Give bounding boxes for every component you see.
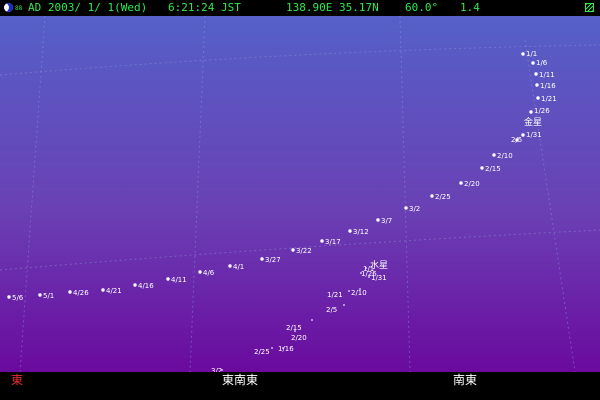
direction-southeast: 南東 xyxy=(453,373,478,387)
venus-marker xyxy=(348,229,352,233)
venus-marker xyxy=(535,83,539,87)
mercury-marker xyxy=(348,290,350,292)
venus-date-label: 4/16 xyxy=(138,282,154,290)
venus-marker xyxy=(531,61,535,65)
venus-date-label: 1/1 xyxy=(526,50,537,58)
venus-date-label: 3/12 xyxy=(353,228,369,236)
venus-marker xyxy=(228,264,232,268)
venus-date-label: 3/2 xyxy=(409,205,420,213)
venus-marker xyxy=(38,293,42,297)
mercury-name-label: 水星 xyxy=(370,259,388,271)
venus-marker xyxy=(536,96,540,100)
zoom-tag: 88 xyxy=(15,5,23,12)
venus-name-label: 金星 xyxy=(524,116,542,128)
venus-marker xyxy=(133,283,137,287)
status-bar: 88 AD 2003/ 1/ 1(Wed) 6:21:24 JST 138.90… xyxy=(0,0,600,16)
venus-date-label: 1/31 xyxy=(526,131,542,139)
venus-marker xyxy=(198,270,202,274)
venus-date-label: 1/16 xyxy=(540,82,556,90)
mercury-date-label: 2/5 xyxy=(326,306,337,314)
venus-marker xyxy=(260,257,264,261)
venus-marker xyxy=(492,153,496,157)
magnitude-readout: 1.4 xyxy=(460,1,480,14)
venus-marker xyxy=(7,295,11,299)
direction-east: 東 xyxy=(11,373,24,387)
venus-date-label: 4/1 xyxy=(233,263,244,271)
venus-marker xyxy=(430,194,434,198)
mercury-marker xyxy=(368,276,370,278)
mercury-date-label: 2/15 xyxy=(286,324,302,332)
venus-date-label: 4/21 xyxy=(106,287,122,295)
venus-marker xyxy=(376,218,380,222)
venus-date-label: 2/15 xyxy=(485,165,501,173)
mercury-date-label: 1/21 xyxy=(327,291,343,299)
mercury-marker xyxy=(294,330,296,332)
mercury-date-label: 1/31 xyxy=(371,274,387,282)
venus-date-label: 3/17 xyxy=(325,238,341,246)
venus-date-label: 1/26 xyxy=(534,107,550,115)
venus-date-label: 2/5 xyxy=(511,136,522,144)
mercury-date-label: 1/16 xyxy=(278,345,294,353)
planetarium-window: 88 AD 2003/ 1/ 1(Wed) 6:21:24 JST 138.90… xyxy=(0,0,600,400)
venus-date-label: 4/11 xyxy=(171,276,187,284)
mercury-marker xyxy=(311,319,313,321)
venus-date-label: 1/21 xyxy=(541,95,557,103)
venus-marker xyxy=(521,52,525,56)
moon-phase-icon[interactable] xyxy=(4,3,13,12)
time-readout: 6:21:24 JST xyxy=(168,1,241,14)
sky-view[interactable]: 1/11/6 1/11 1/16 1/21 1/26 1/31 2/5 2/10 2/15 2/2… xyxy=(0,16,600,372)
venus-marker xyxy=(404,206,408,210)
mercury-date-label: 2/20 xyxy=(291,334,307,342)
venus-marker xyxy=(480,166,484,170)
venus-date-label: 2/10 xyxy=(497,152,513,160)
venus-date-label: 1/11 xyxy=(539,71,555,79)
venus-marker xyxy=(101,288,105,292)
mercury-date-label: 2/25 xyxy=(254,348,270,356)
grid-toggle-icon[interactable] xyxy=(585,3,594,12)
venus-marker xyxy=(68,290,72,294)
venus-date-label: 2/20 xyxy=(464,180,480,188)
date-readout: AD 2003/ 1/ 1(Wed) xyxy=(28,1,148,14)
venus-date-label: 5/6 xyxy=(12,294,24,302)
venus-date-label: 3/7 xyxy=(381,217,392,225)
venus-date-label: 2/25 xyxy=(435,193,451,201)
mercury-date-label: 2/10 xyxy=(351,289,367,297)
horizon-bar: 東 東南東 南東 xyxy=(0,372,600,400)
venus-date-label: 1/6 xyxy=(536,59,548,67)
fov-readout: 60.0° xyxy=(405,1,439,14)
venus-marker xyxy=(459,181,463,185)
venus-date-label: 3/27 xyxy=(265,256,281,264)
mercury-marker xyxy=(343,304,345,306)
direction-east-southeast: 東南東 xyxy=(222,373,259,387)
mercury-marker xyxy=(271,347,273,349)
venus-marker xyxy=(166,277,170,281)
location-readout: 138.90E 35.17N xyxy=(286,1,379,14)
venus-marker xyxy=(529,110,533,114)
venus-marker xyxy=(534,72,538,76)
sky-background xyxy=(0,16,600,372)
venus-date-label: 3/22 xyxy=(296,247,312,255)
venus-date-label: 4/6 xyxy=(203,269,215,277)
venus-date-label: 4/26 xyxy=(73,289,89,297)
venus-date-label: 5/1 xyxy=(43,292,54,300)
venus-marker xyxy=(291,248,295,252)
venus-marker xyxy=(320,239,324,243)
